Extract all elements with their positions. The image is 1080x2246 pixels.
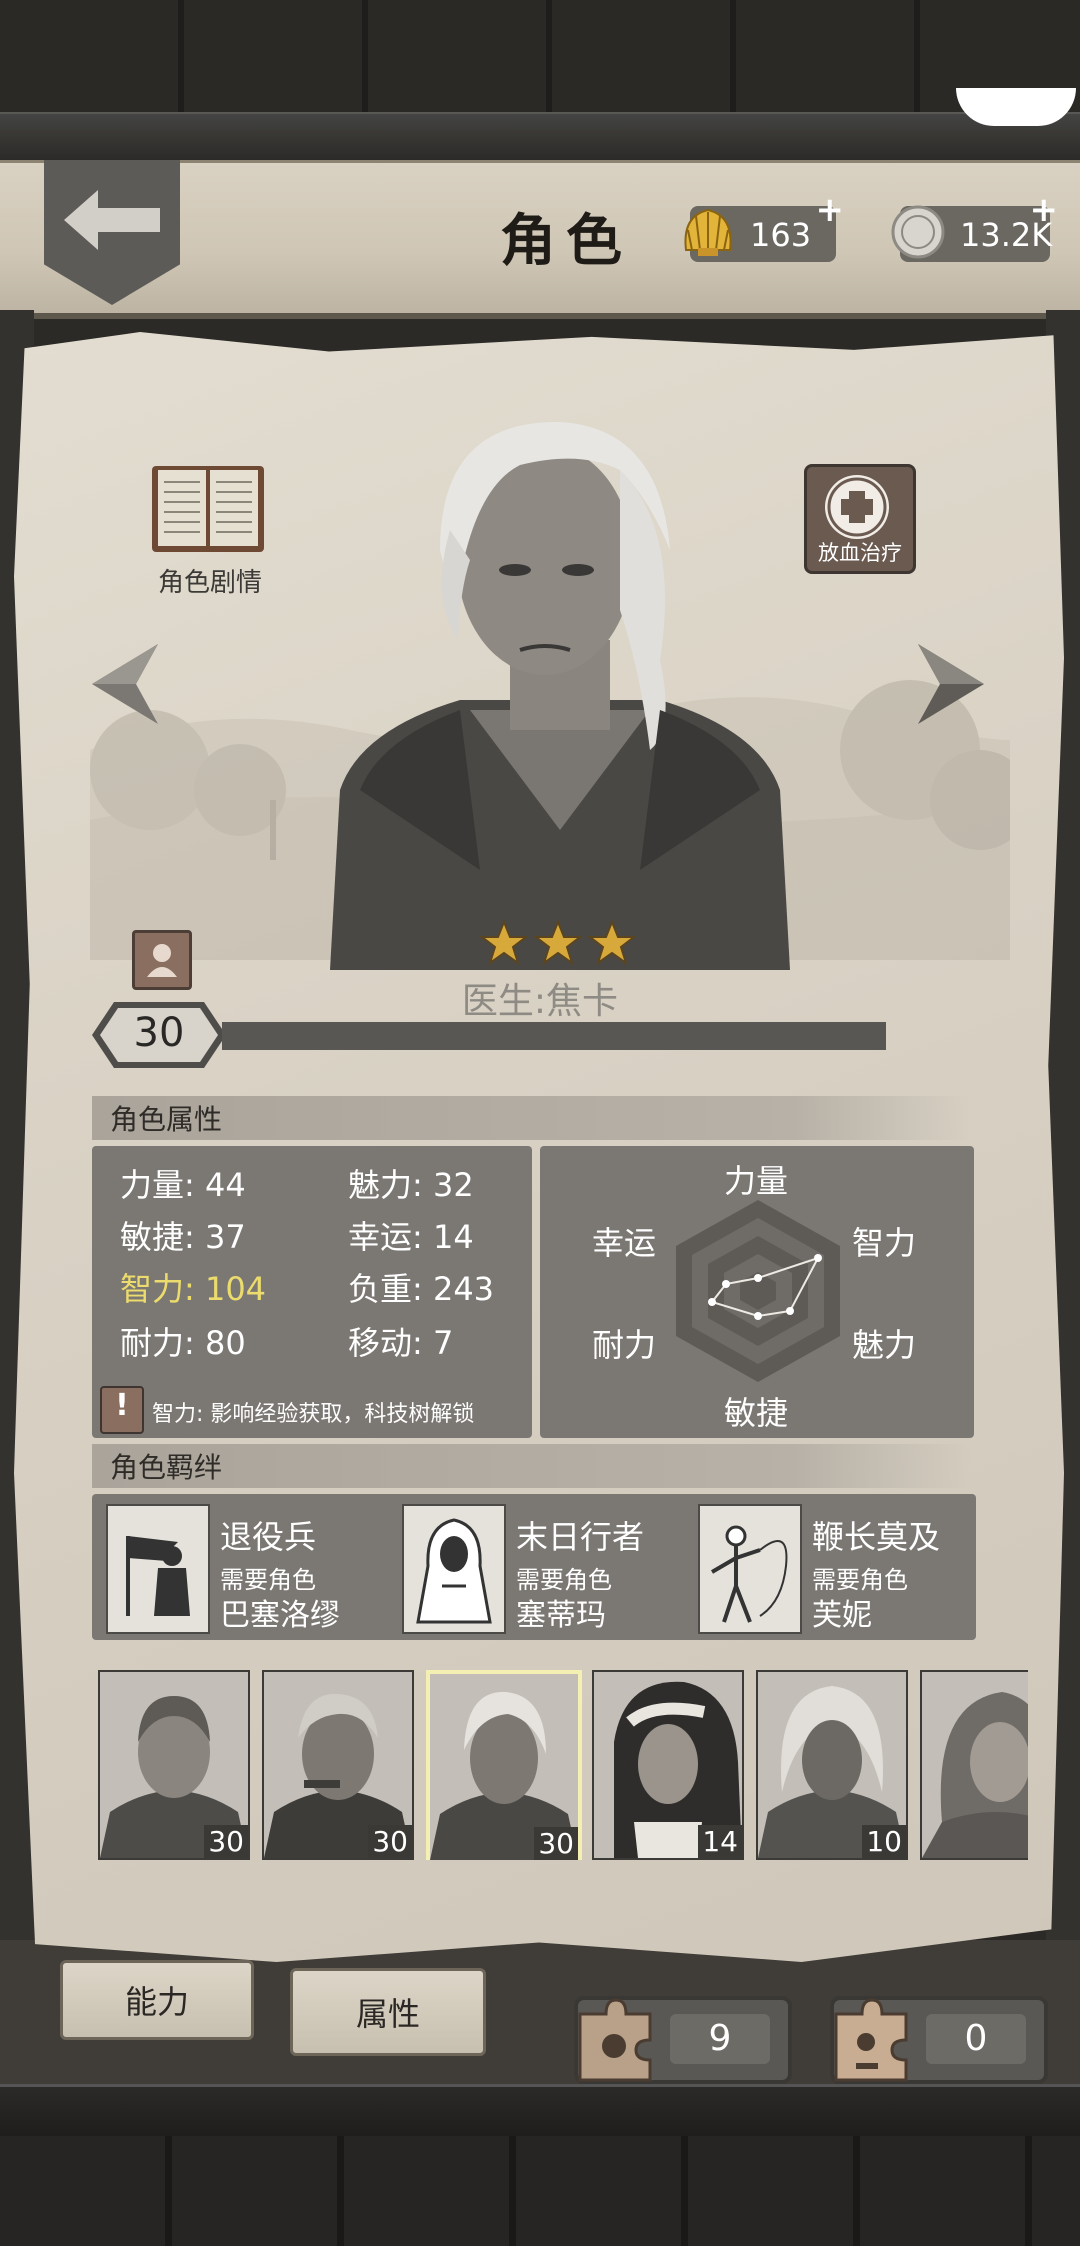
- bond-required-character: 芙妮: [812, 1598, 872, 1633]
- roster-card[interactable]: [920, 1670, 1028, 1860]
- shell-icon: [684, 208, 732, 256]
- info-exclamation-icon: !: [100, 1386, 144, 1434]
- roster-level: 14: [698, 1825, 742, 1858]
- bond-card-whip[interactable]: 鞭长莫及 需要角色 芙妮: [684, 1500, 974, 1634]
- attr-charisma: 魅力: 32: [348, 1166, 474, 1204]
- coin-currency[interactable]: 13.2K +: [891, 190, 1058, 262]
- character-portrait: [330, 421, 790, 970]
- level-value: 30: [133, 1010, 185, 1056]
- roster-card[interactable]: 10: [756, 1670, 908, 1860]
- roster-card[interactable]: 30: [262, 1670, 414, 1860]
- xp-bar: [222, 1022, 886, 1050]
- puzzle-piece-icon: [834, 1998, 908, 2082]
- tab-ability[interactable]: 能力: [60, 1960, 254, 2040]
- star-icon: [534, 920, 582, 966]
- attributes-panel: 力量: 44 魅力: 32 敏捷: 37 幸运: 14 智力: 104 负重: …: [92, 1146, 532, 1438]
- bonds-section-title: 角色羁绊: [92, 1444, 970, 1488]
- person-icon: [147, 944, 177, 977]
- attr-strength: 力量: 44: [120, 1166, 246, 1204]
- add-shell-icon[interactable]: +: [816, 190, 845, 230]
- page-title: 角色: [500, 209, 632, 274]
- hooded-figure-icon: [402, 1504, 506, 1634]
- radar-label-charisma: 魅力: [852, 1326, 917, 1364]
- bond-required-character: 巴塞洛缪: [220, 1598, 340, 1633]
- puzzle-piece-icon: [578, 1998, 652, 2082]
- attr-intelligence: 智力: 104: [120, 1270, 267, 1308]
- star-rating: [480, 920, 636, 966]
- fragment-count-a: 9: [670, 2014, 770, 2064]
- character-name: 医生:焦卡: [461, 981, 619, 1022]
- attributes-section-title: 角色属性: [92, 1096, 970, 1140]
- next-character-arrow-icon[interactable]: [918, 644, 984, 724]
- roster-card[interactable]: 14: [592, 1670, 744, 1860]
- story-book-icon[interactable]: [148, 460, 268, 560]
- roster-level: 30: [534, 1827, 578, 1860]
- bond-card-veteran[interactable]: 退役兵 需要角色 巴塞洛缪: [92, 1500, 382, 1634]
- roster-level: 30: [368, 1825, 412, 1858]
- bond-name: 鞭长莫及: [812, 1518, 941, 1556]
- attribute-tip: 智力: 影响经验获取，科技树解锁: [152, 1402, 475, 1427]
- coin-icon: [891, 205, 945, 259]
- top-ledge: [0, 112, 1080, 162]
- radar-label-endurance: 耐力: [592, 1326, 657, 1364]
- bond-name: 末日行者: [516, 1518, 645, 1556]
- fragment-counter-b[interactable]: 0: [830, 1996, 1048, 2084]
- bond-card-doomwalker[interactable]: 末日行者 需要角色 塞蒂玛: [388, 1500, 678, 1634]
- attribute-radar-panel: 力量 幸运 智力 耐力 魅力 敏捷: [540, 1146, 974, 1438]
- whip-wielder-icon: [698, 1504, 802, 1634]
- back-arrow-icon: [64, 190, 160, 250]
- fragment-count-b: 0: [926, 2014, 1026, 2064]
- bloodletting-skill-button[interactable]: 放血治疗: [804, 464, 916, 574]
- bond-required-character: 塞蒂玛: [516, 1598, 606, 1633]
- radar-chart: [676, 1200, 840, 1382]
- status-pill: [956, 88, 1076, 126]
- tab-attributes[interactable]: 属性: [290, 1968, 486, 2056]
- medical-cross-icon: [825, 475, 889, 539]
- character-thumbnail: [922, 1672, 1028, 1858]
- roster-level: 30: [204, 1825, 248, 1858]
- attr-luck: 幸运: 14: [348, 1218, 474, 1256]
- bottom-planks: [0, 2136, 1080, 2246]
- veteran-flag-icon: [106, 1504, 210, 1634]
- bonds-panel: 退役兵 需要角色 巴塞洛缪 末日行者 需要角色 塞蒂玛 鞭长莫及 需要角色 芙妮: [92, 1494, 976, 1640]
- attr-agility: 敏捷: 37: [120, 1218, 246, 1256]
- shell-count: 163: [750, 216, 812, 254]
- bond-name: 退役兵: [220, 1518, 317, 1556]
- radar-label-luck: 幸运: [592, 1224, 657, 1262]
- shell-currency[interactable]: 163 +: [684, 190, 844, 262]
- roster-card-selected[interactable]: 30: [426, 1670, 582, 1860]
- fragment-counter-a[interactable]: 9: [574, 1996, 792, 2084]
- bottom-ledge: [0, 2084, 1080, 2139]
- radar-label-agility: 敏捷: [724, 1394, 789, 1432]
- profile-button[interactable]: [132, 930, 192, 990]
- attr-movement: 移动: 7: [348, 1324, 454, 1362]
- roster-card[interactable]: 30: [98, 1670, 250, 1860]
- radar-label-intelligence: 智力: [852, 1224, 917, 1262]
- attr-carry-weight: 负重: 243: [348, 1270, 495, 1308]
- story-label: 角色剧情: [157, 568, 262, 598]
- skill-label: 放血治疗: [818, 541, 902, 565]
- star-icon: [588, 920, 636, 966]
- attr-endurance: 耐力: 80: [120, 1324, 246, 1362]
- add-coin-icon[interactable]: +: [1030, 190, 1059, 230]
- prev-character-arrow-icon[interactable]: [92, 644, 158, 724]
- roster-level: 10: [862, 1825, 906, 1858]
- star-icon: [480, 920, 528, 966]
- character-roster: 30 30 30 14 10: [98, 1670, 1028, 1860]
